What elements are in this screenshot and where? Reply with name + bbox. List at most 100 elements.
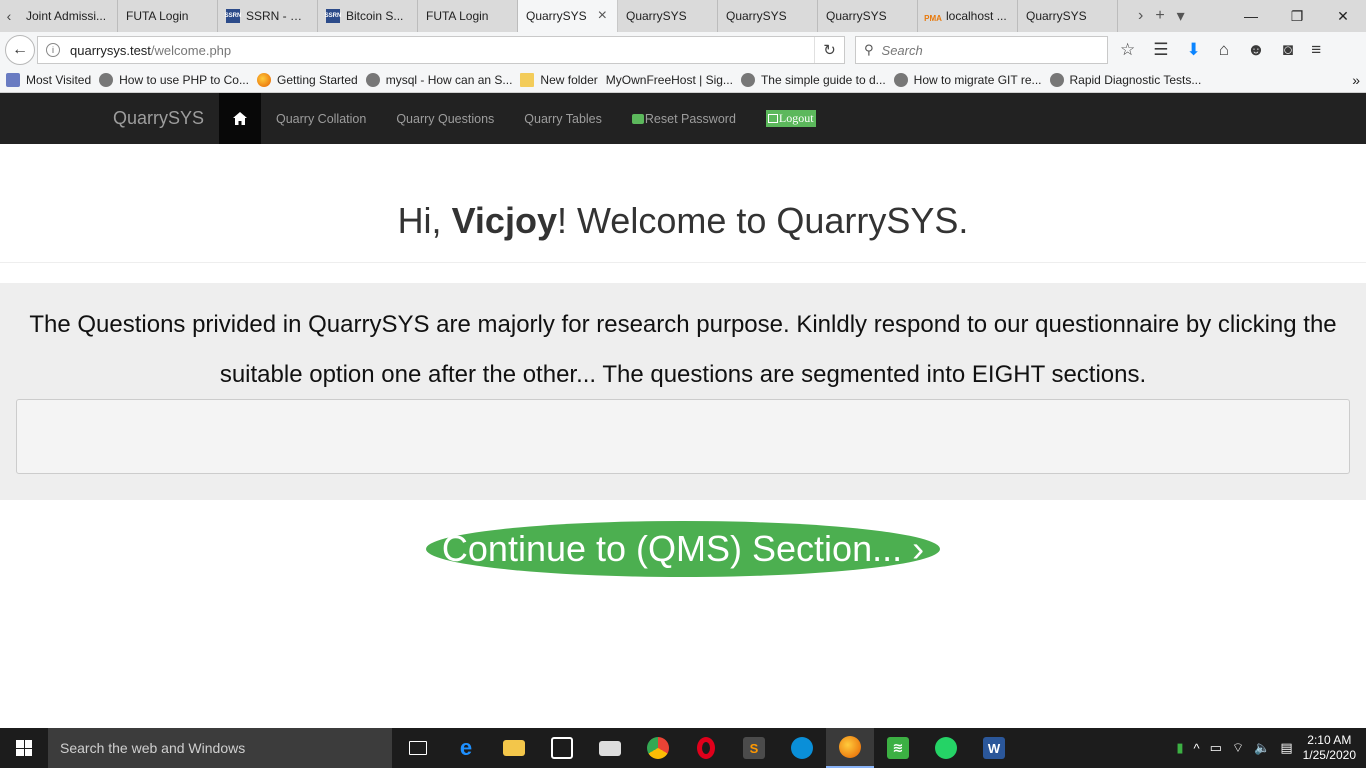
store-button[interactable] [538,728,586,768]
logout-button[interactable]: Logout [765,110,816,127]
logout-icon [767,114,778,123]
taskbar-search-input[interactable]: Search the web and Windows [48,728,392,768]
browser-tab[interactable]: FUTA Login [118,0,218,32]
reader-list-icon[interactable]: ☰ [1153,40,1168,60]
tab-scroll-left-icon[interactable]: ‹ [0,0,18,32]
browser-tab[interactable]: PMA localhost ... [918,0,1018,32]
tab-scroll-right-icon[interactable]: › [1138,7,1143,25]
menu-icon[interactable]: ≡ [1311,40,1321,60]
sublime-button[interactable]: S [730,728,778,768]
most-visited-icon [6,73,20,87]
chrome-icon [647,737,669,759]
nav-quarry-tables[interactable]: Quarry Tables [509,93,617,144]
browser-tab[interactable]: SSRN Bitcoin S... [318,0,418,32]
username: Vicjoy [451,200,557,241]
notification-icon[interactable]: ▤ [1280,740,1292,756]
logout-label: Logout [778,111,814,125]
intro-text: The Questions privided in QuarrySYS are … [29,311,1337,388]
opera-button[interactable] [682,728,730,768]
url-bar[interactable]: i quarrysys.test/welcome.php ↻ [37,36,845,64]
greeting-prefix: Hi, [397,200,452,241]
restore-icon[interactable]: ❐ [1274,0,1320,32]
battery-icon[interactable]: ▭ [1210,740,1222,756]
nav-quarry-collation[interactable]: Quarry Collation [261,93,381,144]
browser-tab-active[interactable]: QuarrySYS × [518,0,618,32]
bookmark-item[interactable]: MyOwnFreeHost | Sig... [606,73,733,87]
pocket-icon[interactable]: ◙ [1283,40,1293,60]
nav-reset-password[interactable]: Reset Password [617,93,751,144]
browser-tab[interactable]: SSRN SSRN - SS... [218,0,318,32]
bookmark-label: Getting Started [276,73,358,87]
firefox-taskbar-button[interactable] [826,728,874,768]
browser-tab[interactable]: QuarrySYS [618,0,718,32]
close-window-icon[interactable]: ✕ [1320,0,1366,32]
search-placeholder: Search [881,42,923,58]
opera-icon [697,737,715,759]
back-button[interactable]: ← [5,35,35,65]
continue-to-qms-button[interactable]: Continue to (QMS) Section... › [426,521,940,577]
bookmark-label: New folder [540,73,598,87]
close-tab-icon[interactable]: × [598,7,607,25]
show-hidden-icons-icon[interactable]: ^ [1193,741,1199,756]
edge-button[interactable]: e [442,728,490,768]
nav-home[interactable] [219,93,261,144]
wifi-app-button[interactable]: ≋ [874,728,922,768]
globe-icon [99,73,114,87]
task-view-button[interactable] [394,728,442,768]
browser-tab[interactable]: QuarrySYS [1018,0,1118,32]
tab-label: QuarrySYS [526,9,587,23]
clock[interactable]: 2:10 AM 1/25/2020 [1303,733,1356,763]
bookmark-item[interactable]: Getting Started [256,73,358,87]
bookmark-item[interactable]: New folder [520,73,598,87]
word-button[interactable]: W [970,728,1018,768]
bookmark-item[interactable]: Rapid Diagnostic Tests... [1049,73,1201,87]
whatsapp-button[interactable] [922,728,970,768]
download-icon[interactable]: ⬇ [1187,40,1201,60]
minimize-icon[interactable]: — [1228,0,1274,32]
list-all-tabs-icon[interactable]: ▾ [1177,6,1185,26]
start-button[interactable] [0,728,48,768]
volume-icon[interactable]: 🔈 [1254,740,1270,756]
url-path: /welcome.php [150,42,232,58]
site-brand[interactable]: QuarrySYS [113,93,219,144]
app-blue-button[interactable] [778,728,826,768]
home-icon[interactable]: ⌂ [1219,40,1229,60]
chrome-button[interactable] [634,728,682,768]
greeting-suffix: ! Welcome to QuarrySYS. [556,200,969,241]
bookmark-label: Most Visited [26,73,92,87]
browser-tab[interactable]: QuarrySYS [718,0,818,32]
nav-logout[interactable]: Logout [751,93,831,144]
bookmark-star-icon[interactable]: ☆ [1120,40,1135,60]
browser-tab[interactable]: FUTA Login [418,0,518,32]
network-icon[interactable]: ▮ [1176,740,1183,756]
reload-icon[interactable]: ↻ [814,37,844,63]
bookmark-item[interactable]: Most Visited [6,73,91,87]
file-explorer-button[interactable] [490,728,538,768]
bookmark-item[interactable]: mysql - How can an S... [365,73,512,87]
globe-icon [893,73,908,87]
clock-date: 1/25/2020 [1302,748,1356,762]
bookmark-item[interactable]: How to use PHP to Co... [99,73,249,87]
windows-logo-icon [16,740,32,756]
tab-label: SSRN - SS... [246,9,309,23]
new-tab-icon[interactable]: + [1155,7,1164,25]
clock-time: 2:10 AM [1307,733,1352,747]
mail-button[interactable] [586,728,634,768]
wifi-icon[interactable]: ⌔ [1232,740,1244,756]
bookmark-item[interactable]: How to migrate GIT re... [893,73,1042,87]
bookmarks-overflow-icon[interactable]: » [1352,72,1360,88]
tab-label: FUTA Login [426,9,489,23]
site-info-icon[interactable]: i [46,43,60,57]
tab-label: QuarrySYS [826,9,887,23]
browser-tab[interactable]: Joint Admissi... [18,0,118,32]
app-icon [791,737,813,759]
browser-tab[interactable]: QuarrySYS [818,0,918,32]
chat-icon[interactable]: ☻ [1247,40,1265,60]
browser-tab-strip: ‹ Joint Admissi... FUTA Login SSRN SSRN -… [0,0,1366,32]
search-input[interactable]: ⚲ Search [855,36,1108,64]
mail-icon [599,740,621,756]
nav-quarry-questions[interactable]: Quarry Questions [381,93,509,144]
tab-tools: › + ▾ [1138,0,1185,32]
tab-label: QuarrySYS [1026,9,1087,23]
bookmark-item[interactable]: The simple guide to d... [740,73,886,87]
